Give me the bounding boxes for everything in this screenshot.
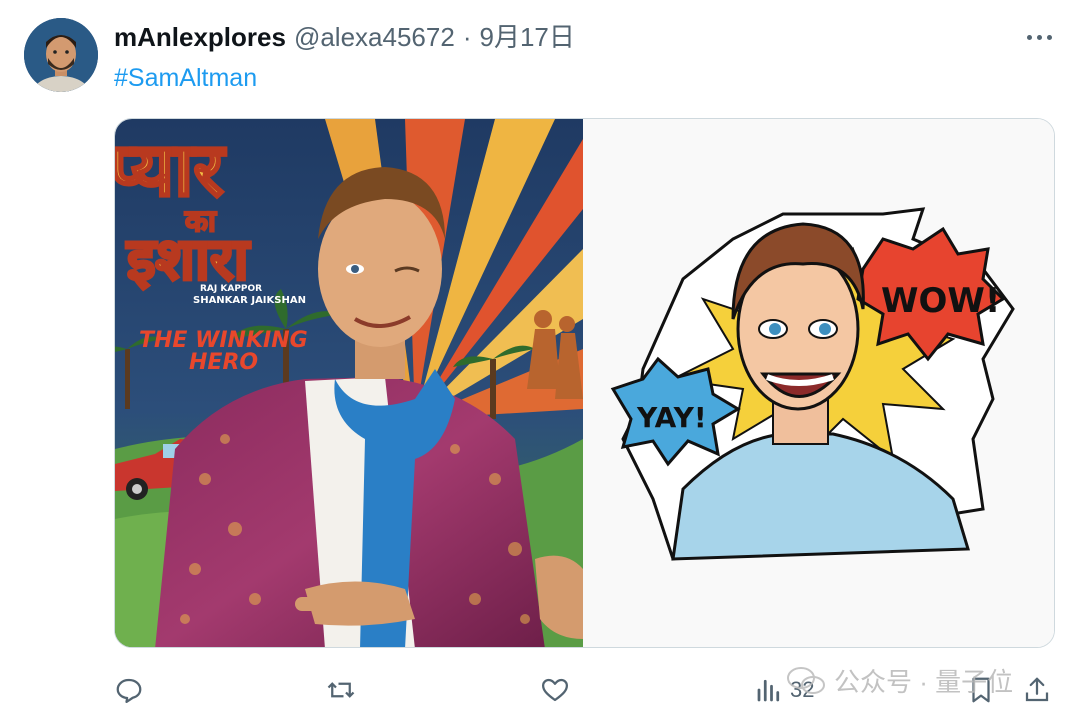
watermark-text: 公众号 · 量子位	[834, 667, 1014, 697]
user-handle[interactable]: @alexa45672	[294, 20, 455, 54]
like-button[interactable]	[540, 672, 570, 708]
bubble-yay: YAY!	[636, 401, 707, 434]
tweet-date[interactable]: 9月17日	[479, 20, 574, 54]
share-icon	[1025, 677, 1049, 702]
poster-tagline-2: HERO	[189, 350, 258, 375]
hashtag-link[interactable]: #SamAltman	[114, 62, 257, 94]
views-icon	[757, 679, 780, 702]
display-name[interactable]: mAnlexplores	[114, 20, 286, 54]
poster-credit-1: RAJ KAPPOR	[200, 284, 262, 294]
wechat-icon	[787, 666, 825, 694]
retweet-button[interactable]	[326, 672, 356, 708]
tweet-header: mAnlexplores @alexa45672 · 9月17日	[114, 20, 575, 54]
media-grid: प्यार का इशारा RAJ KAPPOR SHANKAR JAIKSH…	[114, 118, 1055, 648]
poster-image[interactable]: प्यार का इशारा RAJ KAPPOR SHANKAR JAIKSH…	[115, 119, 583, 647]
heart-icon	[542, 678, 568, 702]
poster-title-3: इशारा	[126, 225, 251, 293]
avatar-image	[24, 18, 98, 92]
share-button[interactable]	[1022, 672, 1052, 708]
poster-title-1: प्यार	[115, 127, 226, 213]
reply-button[interactable]	[114, 672, 144, 708]
more-options-icon[interactable]	[1024, 30, 1054, 44]
sticker-image[interactable]: WOW! YAY!	[583, 119, 1054, 647]
avatar[interactable]	[24, 18, 98, 92]
retweet-icon	[327, 682, 355, 698]
bubble-wow: WOW!	[881, 281, 1000, 321]
reply-icon	[116, 678, 142, 703]
separator-dot: ·	[462, 22, 472, 52]
poster-credit-2: SHANKAR JAIKSHAN	[193, 295, 306, 306]
watermark: 公众号 · 量子位	[786, 662, 1013, 699]
